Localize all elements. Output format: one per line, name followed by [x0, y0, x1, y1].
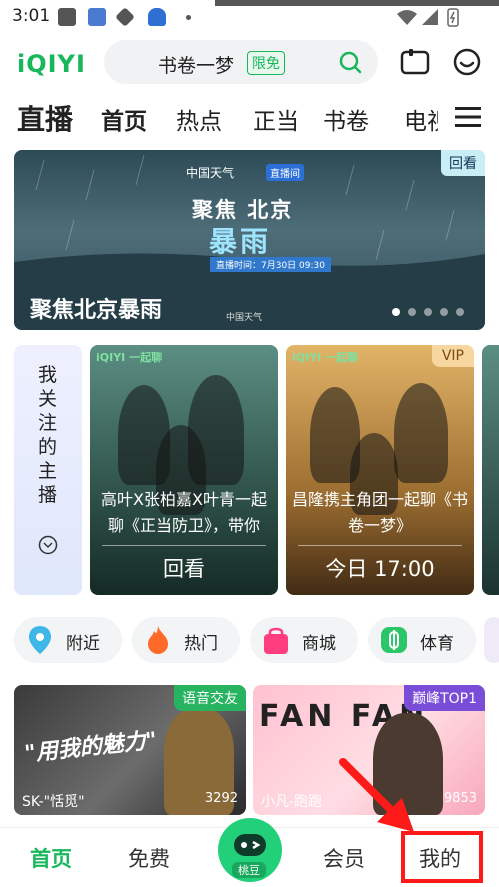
tab-home[interactable]: 首页: [101, 102, 147, 136]
search-query-text[interactable]: 书卷一梦: [158, 51, 234, 78]
fire-icon: [148, 626, 168, 654]
card-icon[interactable]: [400, 48, 430, 76]
video-card-voice-chat[interactable]: "用我的魅力" 语音交友 SK-"恬觅" 3292: [14, 685, 246, 815]
shopping-bag-icon: [264, 627, 288, 654]
category-label: 商城: [302, 634, 336, 654]
category-sports[interactable]: 体育: [368, 617, 476, 663]
host-figure: [394, 383, 448, 483]
nav-free[interactable]: 免费: [128, 843, 170, 873]
diamond-icon: [115, 7, 135, 27]
system-overlay-bar: [215, 0, 499, 6]
free-badge: 限免: [247, 51, 285, 75]
card-status: 今日 17:00: [325, 557, 435, 581]
status-time: 3:01: [12, 6, 51, 26]
banner-big-title: 暴雨: [209, 225, 272, 258]
taodou-face-icon: [234, 834, 266, 856]
video-tag: 巅峰TOP1: [404, 685, 485, 711]
nav-taodou-label[interactable]: 桃豆: [232, 862, 266, 878]
banner-brand: 中国天气: [186, 166, 235, 180]
video-streamer-name: 小凡-跑跑: [261, 794, 323, 810]
search-icon[interactable]: [338, 50, 362, 74]
banner-live-label: 直播间: [266, 164, 304, 181]
menu-icon[interactable]: [455, 106, 481, 128]
nav-home[interactable]: 首页: [30, 843, 72, 873]
video-viewer-count: 3292: [204, 791, 238, 806]
streamer-figure: [373, 713, 443, 815]
video-streamer-name: SK-"恬觅": [22, 794, 85, 810]
live-card-shujuan[interactable]: iQIYI 一起聊 VIP 昌隆携主角团一起聊《书卷一梦》 今日 17:00: [286, 345, 474, 595]
card-status: 回看: [163, 557, 205, 581]
banner-source: 中国天气: [226, 313, 263, 323]
tab-shujuan[interactable]: 书卷: [323, 102, 369, 136]
battery-icon: [447, 8, 459, 27]
category-nearby[interactable]: 附近: [14, 617, 122, 663]
category-mall[interactable]: 商城: [250, 617, 358, 663]
card-brand: iQIYI 一起聊: [96, 351, 163, 364]
lock-icon: [148, 8, 166, 26]
category-hot[interactable]: 热门: [132, 617, 240, 663]
video-viewer-count: 9853: [443, 791, 477, 806]
tab-trending[interactable]: 热点: [176, 102, 222, 136]
live-card-zhengdang[interactable]: iQIYI 一起聊 高叶X张柏嘉X叶青一起聊《正当防卫》，带你 回看: [90, 345, 278, 595]
card-description: 昌隆携主角团一起聊《书卷一梦》: [291, 490, 468, 535]
followed-streamers-label: 我关注的主播: [38, 364, 58, 506]
card-divider: [298, 545, 462, 546]
search-box[interactable]: [104, 40, 378, 84]
video-card-top1[interactable]: FAN FAN 巅峰TOP1 小凡-跑跑 9853: [253, 685, 485, 815]
status-bar: 3:01: [0, 0, 499, 34]
live-card-partial[interactable]: [482, 345, 499, 595]
more-notifications-icon: [186, 15, 191, 20]
iqiyi-logo[interactable]: iQIYI: [17, 50, 86, 78]
carousel-dots: [392, 308, 464, 316]
chevron-down-icon: [38, 535, 58, 555]
category-label: 体育: [420, 634, 454, 654]
category-label: 附近: [66, 634, 100, 654]
banner-title: 聚焦北京暴雨: [30, 298, 163, 323]
tab-tv[interactable]: 电视: [404, 102, 438, 136]
signal-icon: [422, 9, 438, 25]
mail-icon: [58, 8, 76, 26]
card-divider: [102, 545, 266, 546]
tab-zhengdang[interactable]: 正当: [253, 102, 299, 136]
category-partial[interactable]: [484, 617, 499, 663]
profile-face-icon[interactable]: [453, 48, 481, 76]
card-description: 高叶X张柏嘉X叶青一起聊《正当防卫》，带你: [101, 490, 267, 535]
video-tag: 语音交友: [174, 685, 246, 711]
category-label: 热门: [184, 634, 218, 654]
highlight-box: [401, 831, 483, 883]
video-overlay-text: "用我的魅力": [23, 728, 159, 767]
replay-tag: 回看: [441, 150, 485, 176]
sports-icon: [381, 627, 407, 653]
banner-date: 直播时间：7月30日 09:30: [210, 257, 331, 272]
live-banner[interactable]: 回看 中国天气 直播间 聚焦 北京 暴雨 直播时间：7月30日 09:30 聚焦…: [14, 150, 485, 330]
vip-badge: VIP: [431, 345, 474, 367]
app-notification-icon: [88, 8, 106, 26]
card-brand: iQIYI 一起聊: [292, 351, 359, 364]
nav-vip[interactable]: 会员: [323, 843, 365, 873]
location-icon: [29, 626, 51, 654]
followed-streamers-card[interactable]: 我关注的主播: [14, 345, 82, 595]
wifi-icon: [397, 10, 417, 25]
tab-live[interactable]: 直播: [17, 98, 73, 138]
